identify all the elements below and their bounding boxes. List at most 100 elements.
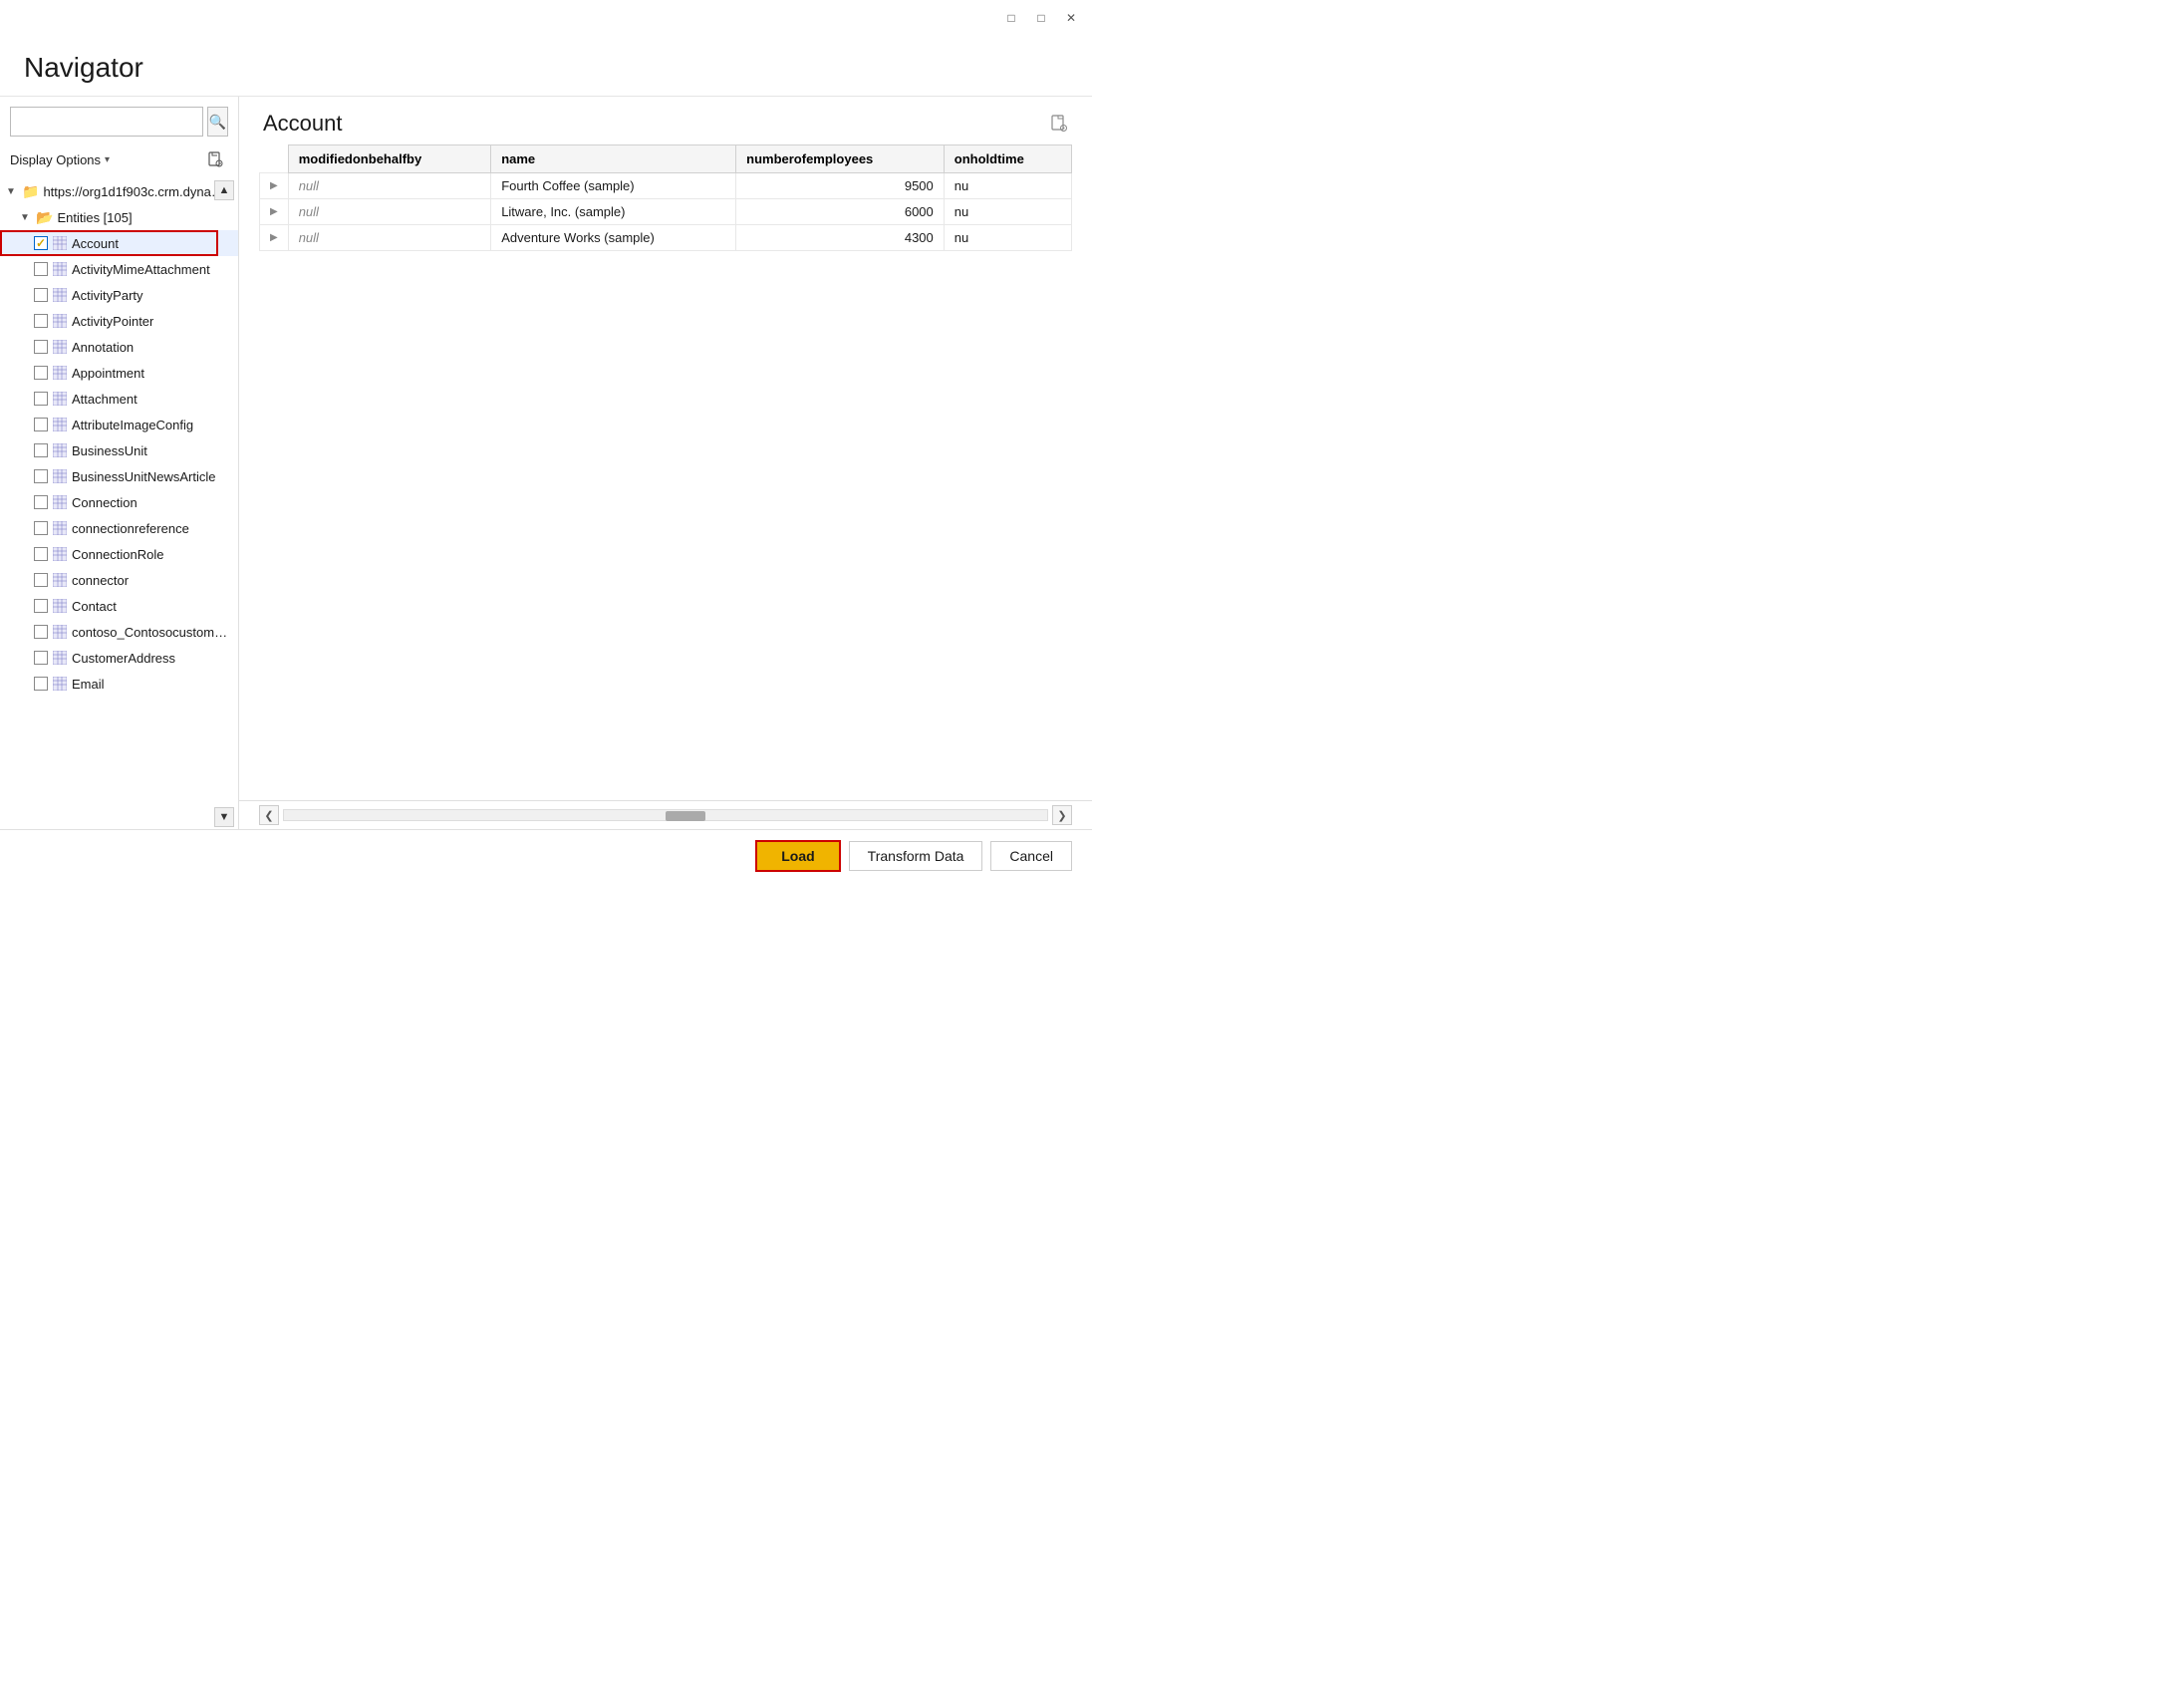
refresh-button[interactable]	[202, 146, 228, 172]
contoso-table-icon	[52, 624, 68, 640]
maximize-button[interactable]: □	[1032, 9, 1050, 27]
dropdown-arrow-icon: ▾	[105, 154, 110, 165]
entity-item-contoso[interactable]: contoso_Contosocustomentity	[0, 619, 238, 645]
entities-node[interactable]: ▼ 📂 Entities [105]	[0, 204, 238, 230]
col-header-name: name	[491, 145, 736, 173]
connection-checkbox[interactable]	[34, 495, 48, 509]
entity-item-attachment[interactable]: Attachment	[0, 386, 238, 412]
data-table-wrapper: modifiedonbehalfby name numberofemployee…	[239, 144, 1092, 800]
entity-item-connection[interactable]: Connection	[0, 489, 238, 515]
row-indicator-3: ▶	[260, 225, 289, 251]
activityparty-label: ActivityParty	[72, 288, 143, 303]
display-options-button[interactable]: Display Options ▾	[10, 152, 110, 167]
search-input[interactable]	[10, 107, 203, 137]
cell-name-3: Adventure Works (sample)	[491, 225, 736, 251]
contact-table-icon	[52, 598, 68, 614]
entity-item-businessunitnewsarticle[interactable]: BusinessUnitNewsArticle	[0, 463, 238, 489]
table-row: ▶ null Litware, Inc. (sample) 6000 nu	[260, 199, 1072, 225]
businessunitnewsarticle-checkbox[interactable]	[34, 469, 48, 483]
footer: Load Transform Data Cancel	[0, 829, 1092, 882]
connector-table-icon	[52, 572, 68, 588]
search-row: 🔍	[0, 97, 238, 142]
cell-name-1: Fourth Coffee (sample)	[491, 173, 736, 199]
connectionreference-checkbox[interactable]	[34, 521, 48, 535]
minimize-button[interactable]: □	[1002, 9, 1020, 27]
entity-item-connectionreference[interactable]: connectionreference	[0, 515, 238, 541]
settings-doc-icon	[1050, 115, 1068, 133]
attributeimageconfig-checkbox[interactable]	[34, 418, 48, 431]
activitypointer-checkbox[interactable]	[34, 314, 48, 328]
scrollbar-track[interactable]	[283, 809, 1048, 821]
entity-item-account[interactable]: ✓ Account	[0, 230, 238, 256]
businessunit-checkbox[interactable]	[34, 443, 48, 457]
preview-settings-button[interactable]	[1046, 111, 1072, 137]
cell-onhold-3: nu	[944, 225, 1071, 251]
account-checkbox[interactable]: ✓	[34, 236, 48, 250]
horizontal-scrollbar-row: ❮ ❯	[239, 800, 1092, 829]
display-options-label: Display Options	[10, 152, 101, 167]
entity-item-activitypointer[interactable]: ActivityPointer	[0, 308, 238, 334]
contact-checkbox[interactable]	[34, 599, 48, 613]
entity-item-appointment[interactable]: Appointment	[0, 360, 238, 386]
row-indicator-2: ▶	[260, 199, 289, 225]
scrollbar-thumb[interactable]	[666, 811, 705, 821]
activityparty-checkbox[interactable]	[34, 288, 48, 302]
entity-item-connector[interactable]: connector	[0, 567, 238, 593]
entity-item-activitymimeattachment[interactable]: ActivityMimeAttachment	[0, 256, 238, 282]
tree-root-node[interactable]: ▼ 📁 https://org1d1f903c.crm.dynamics.com…	[0, 178, 238, 204]
connectionrole-table-icon	[52, 546, 68, 562]
connector-checkbox[interactable]	[34, 573, 48, 587]
account-table-icon	[52, 235, 68, 251]
entity-item-businessunit[interactable]: BusinessUnit	[0, 437, 238, 463]
entity-item-annotation[interactable]: Annotation	[0, 334, 238, 360]
connection-label: Connection	[72, 495, 137, 510]
scroll-down-button[interactable]: ▼	[214, 807, 234, 827]
scroll-left-button[interactable]: ❮	[259, 805, 279, 825]
entity-item-email[interactable]: Email	[0, 671, 238, 697]
row-indicator-1: ▶	[260, 173, 289, 199]
row-indicator-header	[260, 145, 289, 173]
load-button[interactable]: Load	[755, 840, 840, 872]
email-table-icon	[52, 676, 68, 692]
data-table: modifiedonbehalfby name numberofemployee…	[259, 144, 1072, 251]
close-button[interactable]: ✕	[1062, 9, 1080, 27]
transform-data-button[interactable]: Transform Data	[849, 841, 983, 871]
search-button[interactable]: 🔍	[207, 107, 228, 137]
appointment-checkbox[interactable]	[34, 366, 48, 380]
cell-modbehalf-1: null	[288, 173, 490, 199]
cancel-button[interactable]: Cancel	[990, 841, 1072, 871]
entity-item-attributeimageconfig[interactable]: AttributeImageConfig	[0, 412, 238, 437]
entity-item-customeraddress[interactable]: CustomerAddress	[0, 645, 238, 671]
cell-onhold-1: nu	[944, 173, 1071, 199]
entities-folder-icon: 📂	[36, 209, 53, 226]
scroll-up-button[interactable]: ▲	[214, 180, 234, 200]
businessunitnewsarticle-table-icon	[52, 468, 68, 484]
root-folder-icon: 📁	[22, 183, 39, 200]
right-panel: Account modifiedonbehalfby name	[239, 97, 1092, 829]
activitypointer-table-icon	[52, 313, 68, 329]
email-checkbox[interactable]	[34, 677, 48, 691]
entity-item-activityparty[interactable]: ActivityParty	[0, 282, 238, 308]
connectionrole-checkbox[interactable]	[34, 547, 48, 561]
annotation-checkbox[interactable]	[34, 340, 48, 354]
connectionreference-label: connectionreference	[72, 521, 189, 536]
entity-item-connectionrole[interactable]: ConnectionRole	[0, 541, 238, 567]
attributeimageconfig-table-icon	[52, 417, 68, 432]
annotation-label: Annotation	[72, 340, 134, 355]
account-label: Account	[72, 236, 119, 251]
connector-label: connector	[72, 573, 129, 588]
customeraddress-label: CustomerAddress	[72, 651, 175, 666]
scroll-right-button[interactable]: ❯	[1052, 805, 1072, 825]
table-row: ▶ null Fourth Coffee (sample) 9500 nu	[260, 173, 1072, 199]
contact-label: Contact	[72, 599, 117, 614]
contoso-checkbox[interactable]	[34, 625, 48, 639]
entity-item-contact[interactable]: Contact	[0, 593, 238, 619]
title-bar: □ □ ✕	[0, 0, 1092, 36]
attachment-checkbox[interactable]	[34, 392, 48, 406]
tree-area: ▲ ▼ 📁 https://org1d1f903c.crm.dynamics.c…	[0, 178, 238, 829]
customeraddress-checkbox[interactable]	[34, 651, 48, 665]
col-header-onholdtime: onholdtime	[944, 145, 1071, 173]
connectionrole-label: ConnectionRole	[72, 547, 164, 562]
activitymimeattachment-checkbox[interactable]	[34, 262, 48, 276]
entities-expand-icon: ▼	[20, 212, 32, 223]
